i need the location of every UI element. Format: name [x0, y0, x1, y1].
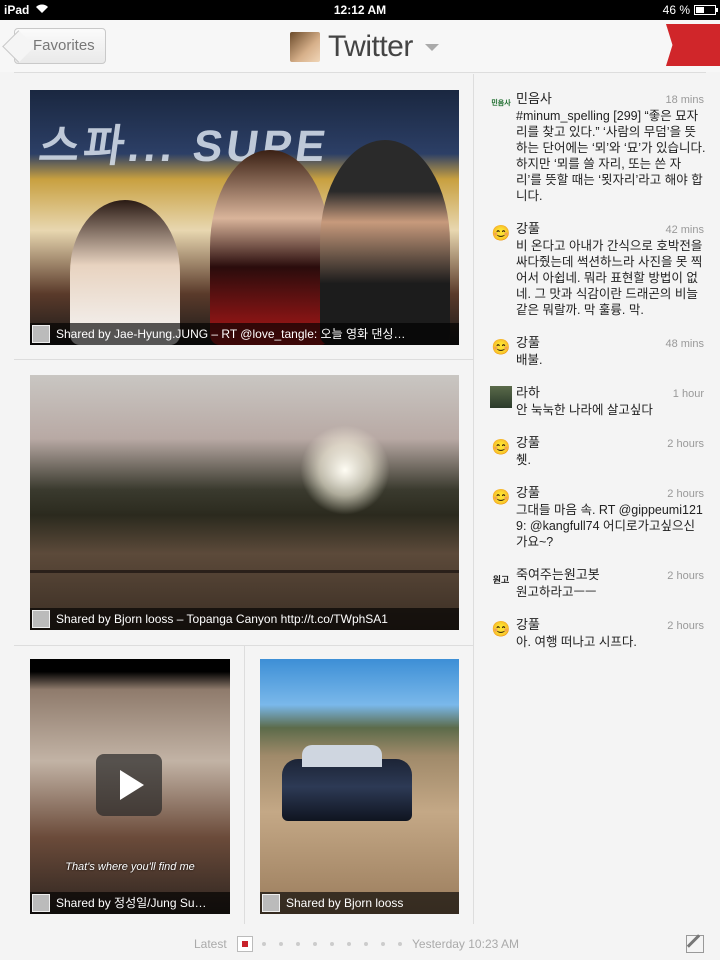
video-subtitle: That's where you'll find me — [65, 861, 195, 873]
status-time: 12:12 AM — [333, 3, 387, 17]
fence — [30, 570, 459, 573]
page-dot[interactable] — [381, 942, 385, 946]
page-dot[interactable] — [262, 942, 266, 946]
last-updated-time: Yesterday 10:23 AM — [412, 937, 519, 951]
compose-icon[interactable] — [686, 935, 704, 953]
person-figure — [210, 150, 330, 345]
tweet-author[interactable]: 강풀 — [516, 482, 540, 501]
ribbon-bookmark-icon[interactable] — [666, 24, 720, 66]
tweet-text: 비 온다고 아내가 간식으로 호박전을 싸다줬는데 썩션하느라 사진을 못 찍어… — [516, 239, 703, 317]
photo-caption: Shared by Jae-Hyung.JUNG – RT @love_tang… — [30, 323, 459, 345]
latest-label[interactable]: Latest — [194, 937, 227, 951]
tweet-author[interactable]: 죽여주는원고봇 — [516, 564, 600, 583]
tweet-time: 48 mins — [665, 338, 704, 350]
tweet-text: 안 눅눅한 나라에 살고싶다 — [516, 403, 653, 417]
avatar[interactable]: 😊 — [490, 436, 512, 458]
tweet-item[interactable]: 😊 강풀 2 hours 그대들 마음 속. RT @gippeumi1219: @k… — [488, 482, 706, 550]
sharer-avatar — [32, 894, 50, 912]
favorites-back-button[interactable]: Favorites — [14, 28, 106, 64]
header: Favorites Twitter — [0, 20, 720, 72]
page-title: Twitter — [328, 30, 413, 63]
page-dot[interactable] — [296, 942, 300, 946]
tweet-item[interactable]: 민음사 민음사 18 mins #minum_spelling [299] “좋은 묘… — [488, 88, 706, 204]
section-title-dropdown[interactable]: Twitter — [290, 30, 439, 64]
footer: Latest Yesterday 10:23 AM — [0, 924, 720, 960]
page-dot[interactable] — [398, 942, 402, 946]
page-dot[interactable] — [364, 942, 368, 946]
tweet-time: 2 hours — [667, 438, 704, 450]
page-dots[interactable] — [262, 942, 402, 946]
photo-caption: Shared by Bjorn looss — [260, 892, 459, 914]
tweet-item[interactable]: 라하 1 hour 안 눅눅한 나라에 살고싶다 — [488, 382, 706, 418]
tweet-time: 2 hours — [667, 570, 704, 582]
tweet-time: 42 mins — [665, 224, 704, 236]
tweet-text: 그대들 마음 속. RT @gippeumi1219: @kangfull74 … — [516, 503, 703, 549]
avatar[interactable]: 😊 — [490, 618, 512, 640]
chevron-down-icon — [424, 43, 439, 51]
tweet-time: 18 mins — [665, 94, 704, 106]
battery-text: 46 % — [662, 3, 690, 17]
divider — [14, 359, 474, 360]
tweet-item[interactable]: 😊 강풀 42 mins 비 온다고 아내가 간식으로 호박전을 싸다줬는데 썩션하느… — [488, 218, 706, 318]
photo-card[interactable]: Shared by Bjorn looss — [260, 659, 459, 914]
page-dot[interactable] — [313, 942, 317, 946]
tweet-text: 배불. — [516, 353, 543, 367]
tweet-author[interactable]: 강풀 — [516, 432, 540, 451]
person-figure — [320, 140, 450, 345]
tweet-item[interactable]: 😊 강풀 2 hours 아. 여행 떠나고 시프다. — [488, 614, 706, 650]
video-card[interactable]: That's where you'll find me Shared by 정성… — [30, 659, 230, 914]
tweet-author[interactable]: 라하 — [516, 382, 540, 401]
tweet-time: 2 hours — [667, 620, 704, 632]
sharer-avatar — [32, 325, 50, 343]
tweet-author[interactable]: 민음사 — [516, 88, 552, 107]
page-dot[interactable] — [279, 942, 283, 946]
car-figure — [282, 745, 412, 821]
tweet-item[interactable]: 😊 강풀 48 mins 배불. — [488, 332, 706, 368]
tweet-timeline: 민음사 민음사 18 mins #minum_spelling [299] “좋은 묘… — [474, 74, 706, 924]
photo-caption: Shared by 정성일/Jung Su… — [30, 892, 230, 914]
tweet-author[interactable]: 강풀 — [516, 614, 540, 633]
photo-panel: 스파... SUPE Shared by Jae-Hyung.JUNG – RT… — [14, 74, 474, 924]
tweet-item[interactable]: 😊 강풀 2 hours 췟. — [488, 432, 706, 468]
avatar[interactable]: 민음사 — [490, 92, 512, 114]
avatar[interactable]: 😊 — [490, 222, 512, 244]
sun-glare — [300, 425, 390, 515]
avatar[interactable]: 😊 — [490, 486, 512, 508]
tweet-item[interactable]: 원고 죽여주는원고봇 2 hours 원고하라고ㅡㅡ — [488, 564, 706, 600]
photo-card[interactable]: Shared by Bjorn looss – Topanga Canyon h… — [30, 375, 459, 630]
tweet-time: 2 hours — [667, 488, 704, 500]
page-dot[interactable] — [347, 942, 351, 946]
tweet-text: 원고하라고ㅡㅡ — [516, 585, 597, 599]
sharer-avatar — [262, 894, 280, 912]
photo-card[interactable]: 스파... SUPE Shared by Jae-Hyung.JUNG – RT… — [30, 90, 459, 345]
tweet-text: #minum_spelling [299] “좋은 묘자리를 찾고 있다.” ‘… — [516, 109, 706, 203]
status-bar: iPad 12:12 AM 46 % — [0, 0, 720, 20]
avatar[interactable] — [490, 386, 512, 408]
tweet-text: 아. 여행 떠나고 시프다. — [516, 635, 637, 649]
back-label: Favorites — [33, 37, 95, 54]
sharer-avatar — [32, 610, 50, 628]
tweet-text: 췟. — [516, 453, 531, 467]
tweet-author[interactable]: 강풀 — [516, 218, 540, 237]
current-page-indicator[interactable] — [237, 936, 253, 952]
divider — [244, 645, 245, 924]
play-icon[interactable] — [96, 754, 162, 816]
battery-icon — [694, 5, 718, 15]
avatar — [290, 32, 320, 62]
tweet-time: 1 hour — [672, 388, 704, 400]
avatar[interactable]: 원고 — [490, 568, 512, 590]
page-dot[interactable] — [330, 942, 334, 946]
photo-caption: Shared by Bjorn looss – Topanga Canyon h… — [30, 608, 459, 630]
tweet-author[interactable]: 강풀 — [516, 332, 540, 351]
avatar[interactable]: 😊 — [490, 336, 512, 358]
header-divider — [14, 72, 706, 73]
